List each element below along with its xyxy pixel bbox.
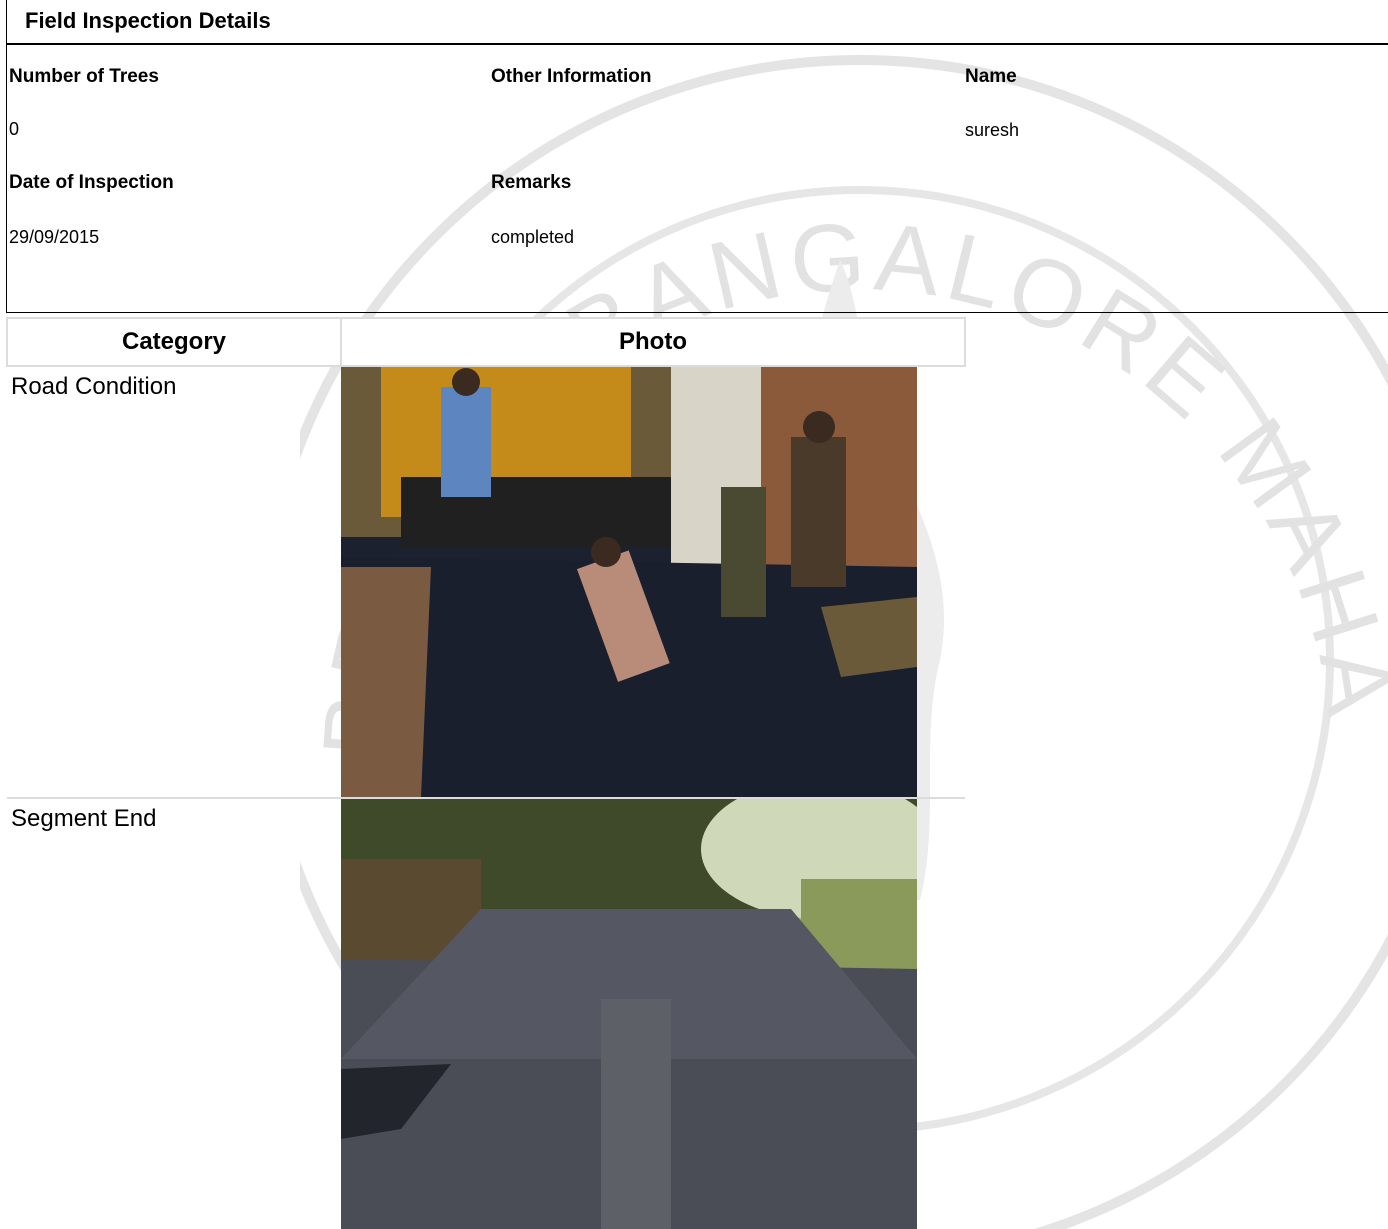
date-of-inspection-value: 29/09/2015	[9, 227, 100, 247]
segment-end-photo[interactable]	[341, 799, 917, 1229]
category-header: Category	[6, 317, 342, 367]
field-inspection-panel: Field Inspection Details Number of Trees…	[6, 0, 1388, 313]
category-cell: Segment End	[7, 797, 341, 1229]
remarks-value: completed	[491, 227, 575, 247]
photo-header: Photo	[340, 317, 966, 367]
road-condition-photo[interactable]	[341, 367, 917, 797]
other-information-label: Other Information	[491, 66, 652, 87]
category-cell: Road Condition	[7, 365, 341, 798]
photo-cell	[341, 797, 965, 1229]
table-row: Road Condition	[7, 365, 965, 798]
panel-title: Field Inspection Details	[7, 0, 1388, 45]
photo-cell	[341, 365, 965, 798]
name-label: Name	[965, 66, 1017, 87]
date-of-inspection-label: Date of Inspection	[9, 172, 174, 193]
table-row: Segment End	[7, 797, 965, 1229]
name-value: suresh	[965, 120, 1020, 140]
number-of-trees-value: 0	[9, 119, 20, 139]
table-header-row: Category Photo	[6, 317, 966, 367]
photo-table: Category Photo Road Condition Segment En…	[6, 317, 966, 1229]
remarks-label: Remarks	[491, 172, 572, 193]
number-of-trees-label: Number of Trees	[9, 66, 159, 87]
